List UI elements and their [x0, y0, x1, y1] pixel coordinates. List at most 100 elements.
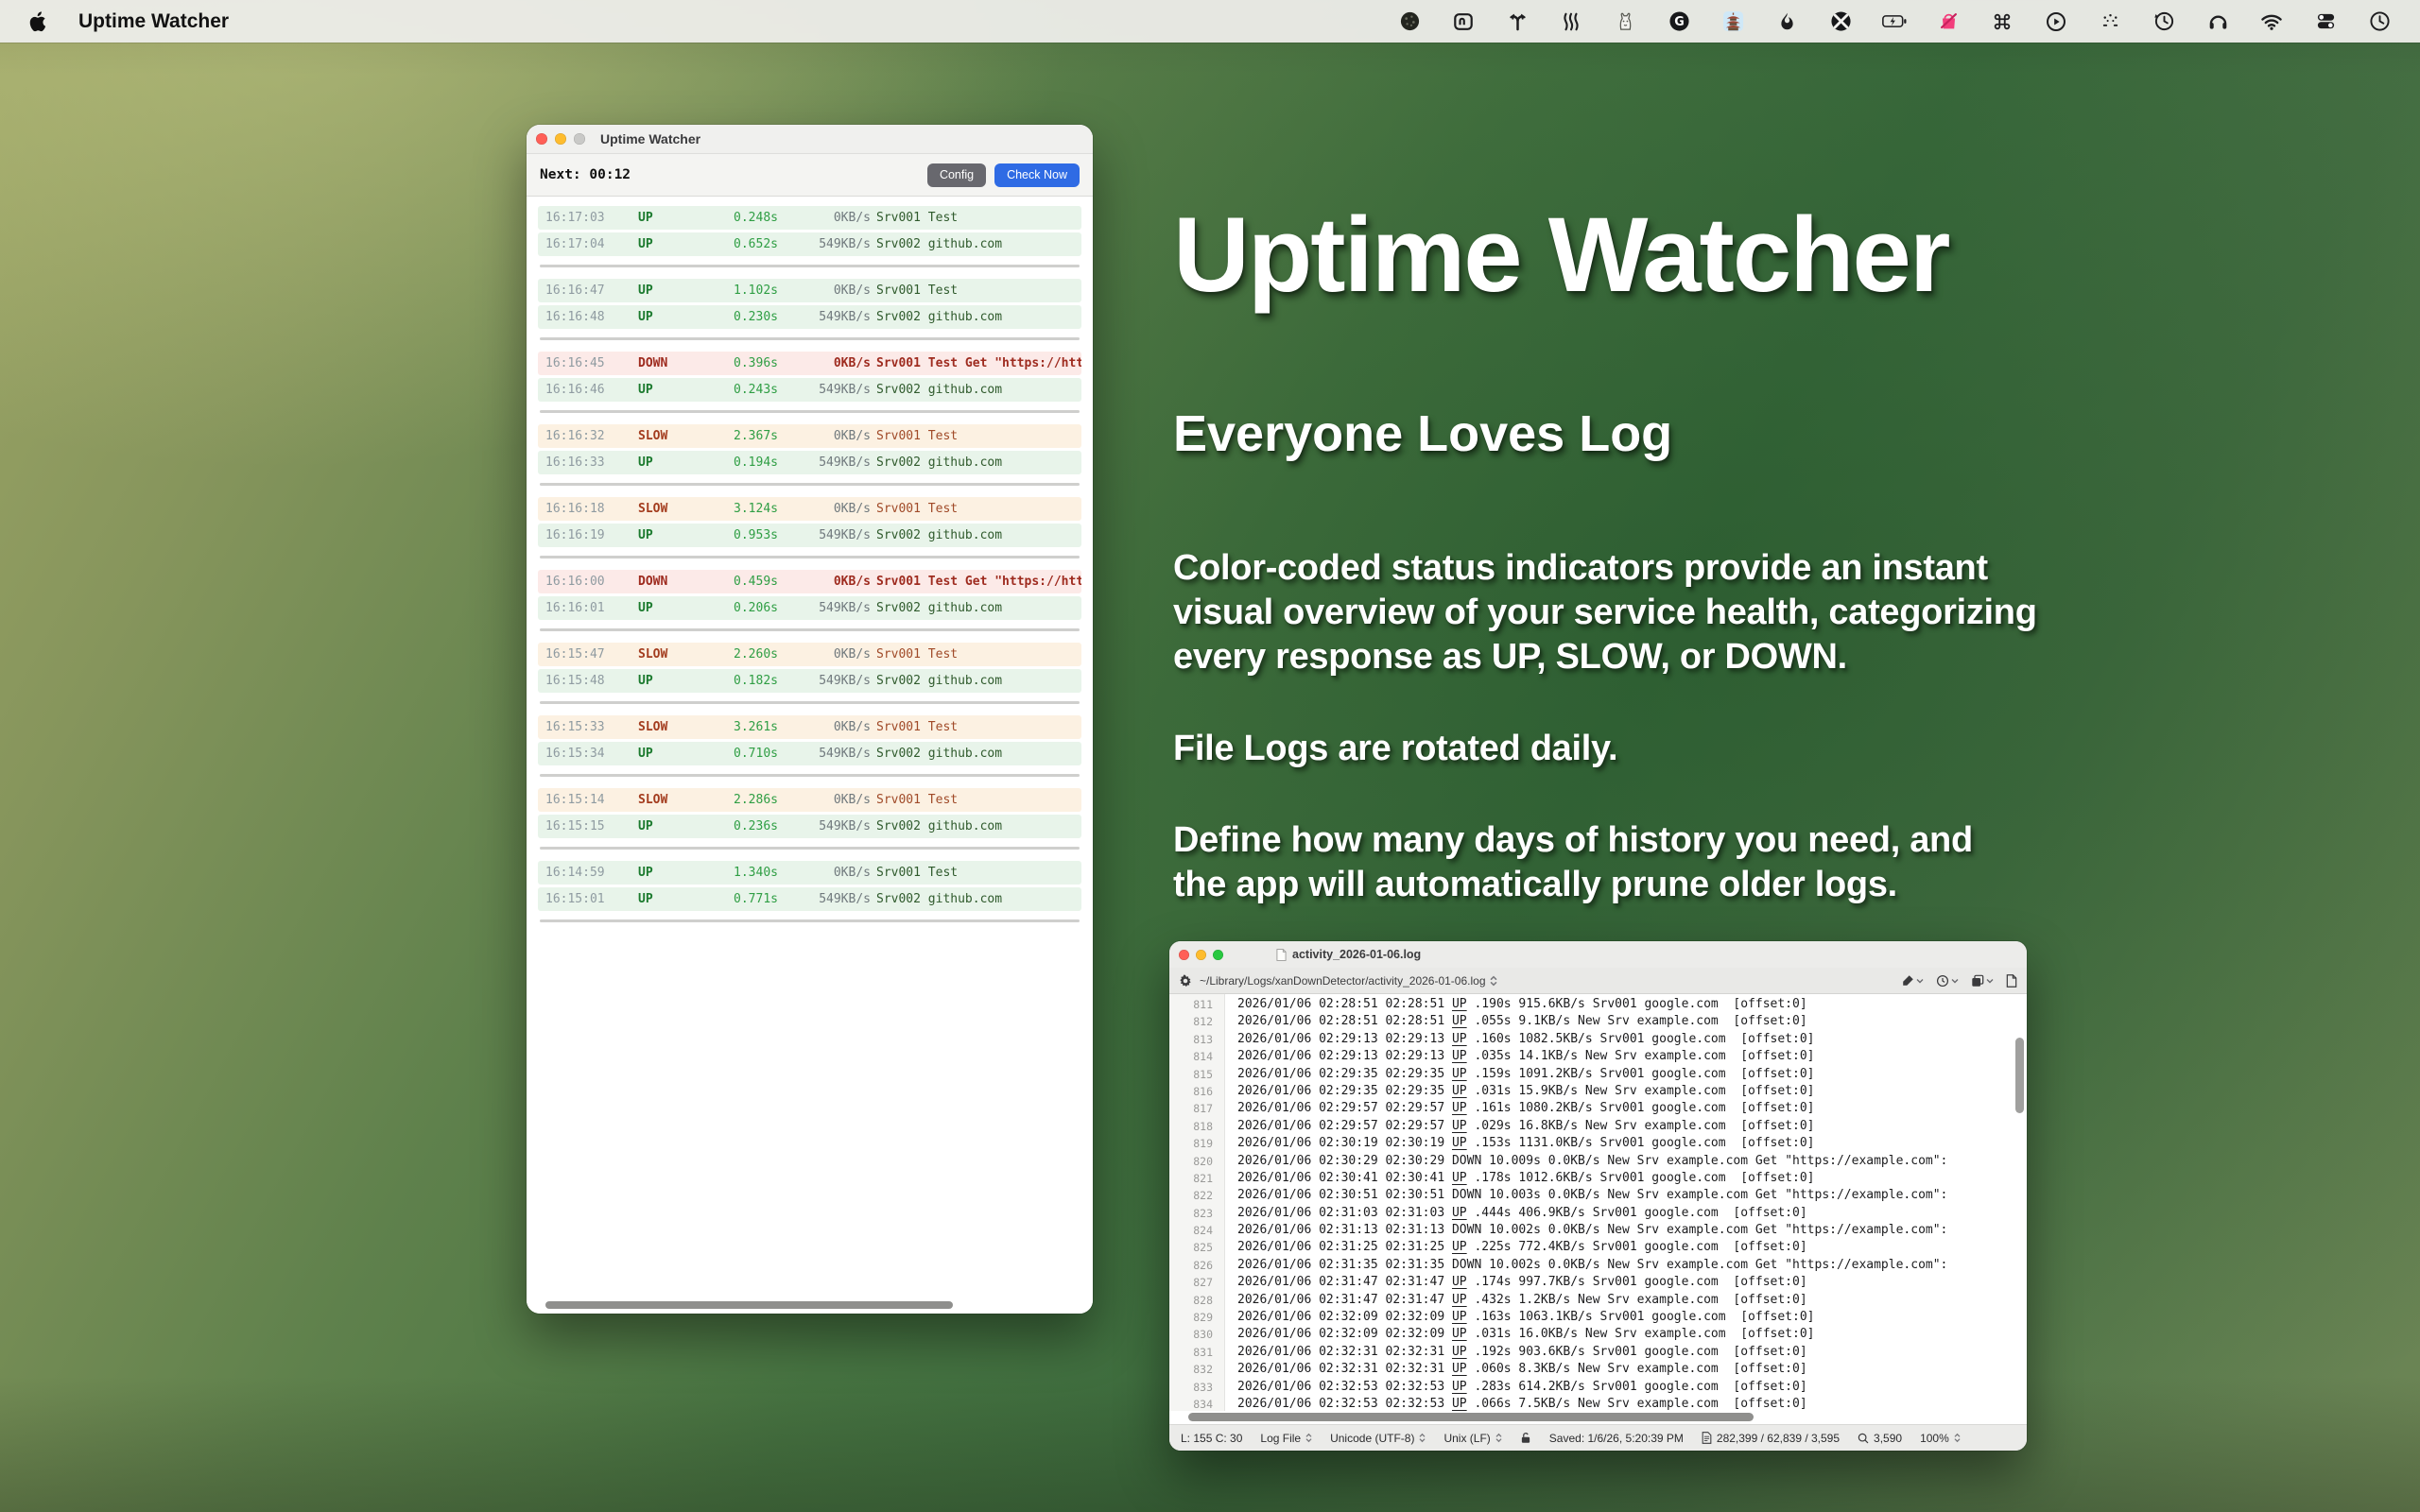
status-row[interactable]: 16:16:18SLOW3.124s0KB/sSrv001 Test [538, 497, 1081, 521]
log-line[interactable]: 8202026/01/06 02:30:29 02:30:29 DOWN 10.… [1169, 1153, 2027, 1170]
apple-menu-icon[interactable] [28, 11, 46, 32]
status-row[interactable]: 16:15:47SLOW2.260s0KB/sSrv001 Test [538, 643, 1081, 666]
log-line[interactable]: 8182026/01/06 02:29:57 02:29:57 UP .029s… [1169, 1118, 2027, 1135]
encoding-selector[interactable]: Unicode (UTF-8) [1330, 1432, 1426, 1445]
play-circle-icon[interactable] [2044, 9, 2068, 34]
chevron-up-down-icon[interactable] [1490, 975, 1497, 987]
menu-bar-app-name[interactable]: Uptime Watcher [78, 10, 229, 33]
steam-lines-icon[interactable] [1559, 9, 1583, 34]
log-line[interactable]: 8252026/01/06 02:31:25 02:31:25 UP .225s… [1169, 1239, 2027, 1256]
status-row[interactable]: 16:16:46UP0.243s549KB/sSrv002 github.com [538, 378, 1081, 402]
control-toggles-icon[interactable] [2313, 9, 2338, 34]
config-button[interactable]: Config [927, 163, 986, 187]
row-rate: 549KB/s [784, 237, 871, 251]
status-row[interactable]: 16:16:32SLOW2.367s0KB/sSrv001 Test [538, 424, 1081, 448]
status-row[interactable]: 16:17:04UP0.652s549KB/sSrv002 github.com [538, 232, 1081, 256]
log-line-number: 824 [1169, 1222, 1224, 1239]
llama-icon[interactable] [1613, 9, 1637, 34]
wifi-icon[interactable] [2259, 9, 2284, 34]
log-line-text: 2026/01/06 02:28:51 02:28:51 UP .055s 9.… [1224, 1013, 2027, 1030]
log-titlebar[interactable]: activity_2026-01-06.log [1169, 941, 2027, 968]
log-line[interactable]: 8192026/01/06 02:30:19 02:30:19 UP .153s… [1169, 1135, 2027, 1152]
file-type-selector[interactable]: Log File [1260, 1432, 1312, 1445]
check-now-button[interactable]: Check Now [994, 163, 1080, 187]
status-row[interactable]: 16:14:59UP1.340s0KB/sSrv001 Test [538, 861, 1081, 885]
status-row[interactable]: 16:16:47UP1.102s0KB/sSrv001 Test [538, 279, 1081, 302]
status-row[interactable]: 16:16:33UP0.194s549KB/sSrv002 github.com [538, 451, 1081, 474]
zoom-level-selector[interactable]: 100% [1920, 1432, 1961, 1445]
minimize-button[interactable] [555, 133, 566, 145]
log-line-text: 2026/01/06 02:32:31 02:32:31 UP .192s 90… [1224, 1344, 2027, 1361]
log-line[interactable]: 8312026/01/06 02:32:31 02:32:31 UP .192s… [1169, 1344, 2027, 1361]
status-row[interactable]: 16:15:01UP0.771s549KB/sSrv002 github.com [538, 887, 1081, 911]
log-line[interactable]: 8232026/01/06 02:31:03 02:31:03 UP .444s… [1169, 1205, 2027, 1222]
status-row[interactable]: 16:17:03UP0.248s0KB/sSrv001 Test [538, 206, 1081, 230]
log-line[interactable]: 8282026/01/06 02:31:47 02:31:47 UP .432s… [1169, 1292, 2027, 1309]
log-line[interactable]: 8112026/01/06 02:28:51 02:28:51 UP .190s… [1169, 996, 2027, 1013]
pagoda-icon[interactable] [1720, 9, 1745, 34]
log-line-number: 830 [1169, 1326, 1224, 1343]
close-button[interactable] [536, 133, 547, 145]
dots-pattern-icon[interactable] [2098, 9, 2122, 34]
horizontal-scrollbar-thumb[interactable] [545, 1301, 953, 1309]
gear-icon[interactable] [1179, 974, 1192, 988]
log-line[interactable]: 8132026/01/06 02:29:13 02:29:13 UP .160s… [1169, 1031, 2027, 1048]
log-line[interactable]: 8122026/01/06 02:28:51 02:28:51 UP .055s… [1169, 1013, 2027, 1030]
letter-g-badge-icon[interactable]: G [1667, 9, 1691, 34]
log-line[interactable]: 8222026/01/06 02:30:51 02:30:51 DOWN 10.… [1169, 1187, 2027, 1204]
log-line[interactable]: 8272026/01/06 02:31:47 02:31:47 UP .174s… [1169, 1274, 2027, 1291]
status-row[interactable]: 16:16:01UP0.206s549KB/sSrv002 github.com [538, 596, 1081, 620]
dark-sphere-icon[interactable] [1397, 9, 1422, 34]
command-key-icon[interactable] [1990, 9, 2014, 34]
log-line[interactable]: 8152026/01/06 02:29:35 02:29:35 UP .159s… [1169, 1066, 2027, 1083]
headphones-icon[interactable] [2205, 9, 2230, 34]
log-line[interactable]: 8142026/01/06 02:29:13 02:29:13 UP .035s… [1169, 1048, 2027, 1065]
status-row[interactable]: 16:15:48UP0.182s549KB/sSrv002 github.com [538, 669, 1081, 693]
status-row[interactable]: 16:15:34UP0.710s549KB/sSrv002 github.com [538, 742, 1081, 765]
log-line[interactable]: 8172026/01/06 02:29:57 02:29:57 UP .161s… [1169, 1100, 2027, 1117]
minimize-button[interactable] [1196, 950, 1206, 960]
log-line[interactable]: 8212026/01/06 02:30:41 02:30:41 UP .178s… [1169, 1170, 2027, 1187]
log-line[interactable]: 8322026/01/06 02:32:31 02:32:31 UP .060s… [1169, 1361, 2027, 1378]
flame-icon[interactable] [1774, 9, 1799, 34]
fan-icon[interactable] [1828, 9, 1853, 34]
clock-icon[interactable] [2367, 9, 2392, 34]
log-line-number: 815 [1169, 1066, 1224, 1083]
clock-rewind-icon[interactable] [2152, 9, 2176, 34]
branch-arrows-icon[interactable] [1505, 9, 1530, 34]
close-button[interactable] [1179, 950, 1189, 960]
layered-pages-button[interactable] [1971, 974, 1994, 988]
marker-pen-button[interactable] [1902, 974, 1924, 987]
line-ending-selector[interactable]: Unix (LF) [1443, 1432, 1501, 1445]
row-time: 16:15:33 [545, 720, 632, 734]
battery-icon[interactable] [1882, 9, 1907, 34]
watcher-titlebar[interactable]: Uptime Watcher [527, 125, 1093, 154]
zoom-button[interactable] [1213, 950, 1223, 960]
horizontal-scrollbar-thumb[interactable] [1188, 1413, 1754, 1421]
log-line[interactable]: 8262026/01/06 02:31:35 02:31:35 DOWN 10.… [1169, 1257, 2027, 1274]
log-line[interactable]: 8342026/01/06 02:32:53 02:32:53 UP .066s… [1169, 1396, 2027, 1411]
document-proxy-icon[interactable] [1276, 949, 1287, 961]
check-group: 16:16:45DOWN0.396s0KB/sSrv001 Test Get "… [538, 352, 1081, 402]
menu-bar: Uptime Watcher G [0, 0, 2420, 43]
log-line[interactable]: 8292026/01/06 02:32:09 02:32:09 UP .163s… [1169, 1309, 2027, 1326]
blank-document-button[interactable] [2006, 974, 2017, 988]
pink-bag-icon[interactable] [1936, 9, 1961, 34]
unlocked-icon[interactable] [1520, 1432, 1531, 1444]
status-row[interactable]: 16:16:48UP0.230s549KB/sSrv002 github.com [538, 305, 1081, 329]
log-line[interactable]: 8332026/01/06 02:32:53 02:32:53 UP .283s… [1169, 1379, 2027, 1396]
row-status: UP [638, 284, 693, 298]
log-line[interactable]: 8242026/01/06 02:31:13 02:31:13 DOWN 10.… [1169, 1222, 2027, 1239]
file-path-selector[interactable]: ~/Library/Logs/xanDownDetector/activity_… [1200, 974, 1486, 988]
status-row[interactable]: 16:16:19UP0.953s549KB/sSrv002 github.com [538, 524, 1081, 547]
status-row[interactable]: 16:15:14SLOW2.286s0KB/sSrv001 Test [538, 788, 1081, 812]
status-row[interactable]: 16:15:33SLOW3.261s0KB/sSrv001 Test [538, 715, 1081, 739]
log-line[interactable]: 8162026/01/06 02:29:35 02:29:35 UP .031s… [1169, 1083, 2027, 1100]
row-status: UP [638, 528, 693, 542]
status-row[interactable]: 16:16:00DOWN0.459s0KB/sSrv001 Test Get "… [538, 570, 1081, 593]
app-window-icon[interactable] [1451, 9, 1476, 34]
status-row[interactable]: 16:15:15UP0.236s549KB/sSrv002 github.com [538, 815, 1081, 838]
log-line[interactable]: 8302026/01/06 02:32:09 02:32:09 UP .031s… [1169, 1326, 2027, 1343]
status-row[interactable]: 16:16:45DOWN0.396s0KB/sSrv001 Test Get "… [538, 352, 1081, 375]
recent-files-clock-button[interactable] [1936, 974, 1959, 988]
